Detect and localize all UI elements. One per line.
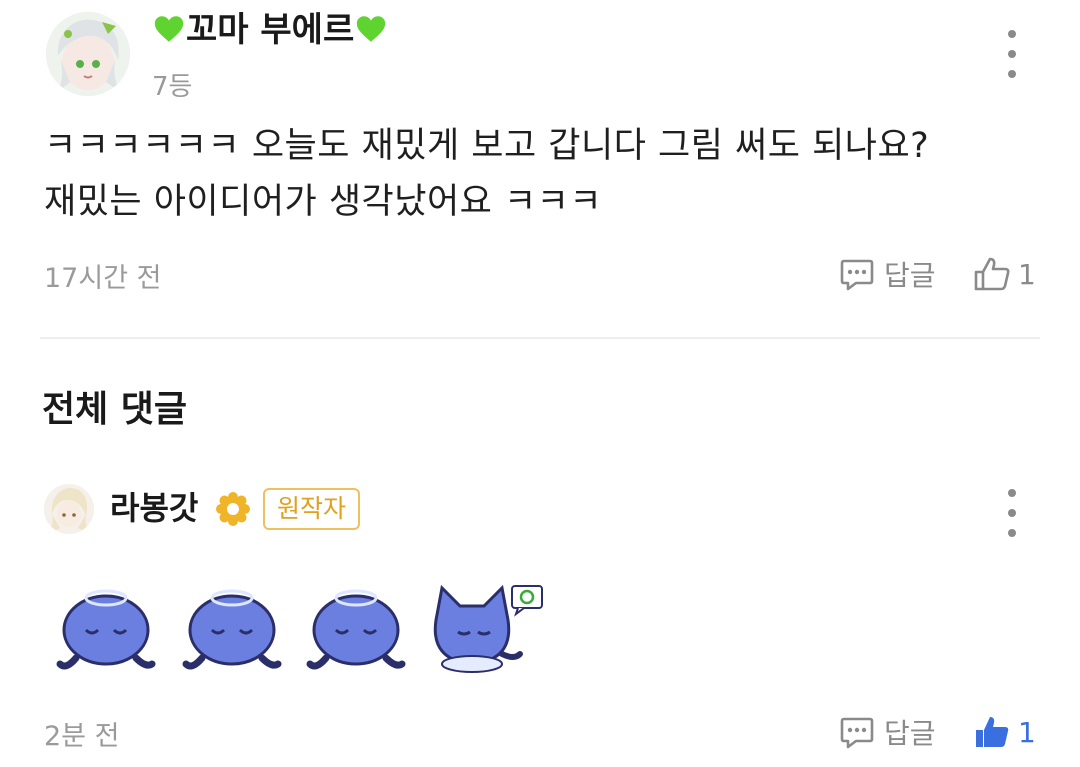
speech-bubble-icon <box>840 259 874 291</box>
reply-avatar[interactable] <box>44 484 94 534</box>
like-count: 1 <box>1018 715 1036 749</box>
section-title: 전체 댓글 <box>42 389 188 430</box>
sleeping-slime-sticker <box>306 589 406 670</box>
cat-slime-sticker <box>433 584 543 673</box>
comment-body: ㅋㅋㅋㅋㅋㅋ 오늘도 재밌게 보고 갑니다 그림 써도 되나요? 재밌는 아이디… <box>44 118 1054 230</box>
comment-body-line: ㅋㅋㅋㅋㅋㅋ 오늘도 재밌게 보고 갑니다 그림 써도 되나요? <box>44 126 930 166</box>
like-button[interactable]: 1 <box>972 254 1036 294</box>
reply-label: 답글 <box>884 717 936 750</box>
speech-bubble-icon <box>840 717 874 749</box>
comment-timestamp: 17시간 전 <box>44 263 162 294</box>
reply-button[interactable]: 답글 <box>838 712 936 752</box>
author-badge: 원작자 <box>263 488 361 530</box>
reply-timestamp: 2분 전 <box>44 721 120 752</box>
thumbs-up-filled-icon <box>976 717 1009 747</box>
avatar[interactable] <box>46 12 130 96</box>
thumbs-up-icon <box>974 257 1010 291</box>
avatar-image <box>44 484 94 534</box>
sticker-row <box>56 580 556 690</box>
sleeping-slime-sticker <box>182 589 282 670</box>
green-heart-icon <box>154 16 184 42</box>
comment-rank: 7등 <box>152 72 193 102</box>
divider <box>40 337 1040 339</box>
like-button[interactable]: 1 <box>972 712 1036 752</box>
reply-label: 답글 <box>884 259 936 292</box>
sleeping-slime-sticker <box>56 589 156 670</box>
green-heart-icon <box>357 16 386 42</box>
like-count: 1 <box>1018 257 1036 291</box>
reply-button[interactable]: 답글 <box>838 254 936 294</box>
avatar-image <box>46 12 130 96</box>
more-options-icon[interactable] <box>997 489 1027 537</box>
comment-author[interactable]: 꼬마 부에르 <box>152 10 388 50</box>
comment-body-line: 재밌는 아이디어가 생각났어요 ㅋㅋㅋ <box>44 182 603 222</box>
verified-badge-icon <box>216 492 250 526</box>
more-options-icon[interactable] <box>997 30 1027 78</box>
comment-author-name: 꼬마 부에르 <box>186 10 355 50</box>
reply-author[interactable]: 라봉갓 <box>110 488 198 528</box>
